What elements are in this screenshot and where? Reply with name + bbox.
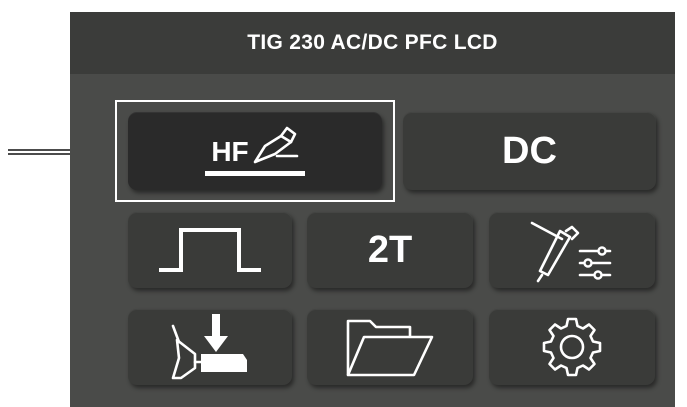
folder-button[interactable] [307,309,473,385]
selection-frame [115,100,395,202]
dc-mode-button[interactable]: DC [403,112,656,190]
title-bar: TIG 230 AC/DC PFC LCD [70,12,675,74]
torch-down-arrow-icon [171,314,247,380]
trigger-mode-button[interactable]: 2T [307,212,473,288]
pulse-button[interactable] [128,212,292,288]
square-wave-icon [159,228,261,272]
settings-button[interactable] [489,309,655,385]
folder-icon [346,319,434,377]
trigger-mode-label: 2T [367,228,413,271]
torch-settings-button[interactable] [489,212,655,288]
gear-icon [542,317,602,377]
torch-down-button[interactable] [128,309,292,385]
dc-label: DC [502,129,557,172]
page-title: TIG 230 AC/DC PFC LCD [247,31,498,54]
torch-settings-icon [530,221,612,283]
